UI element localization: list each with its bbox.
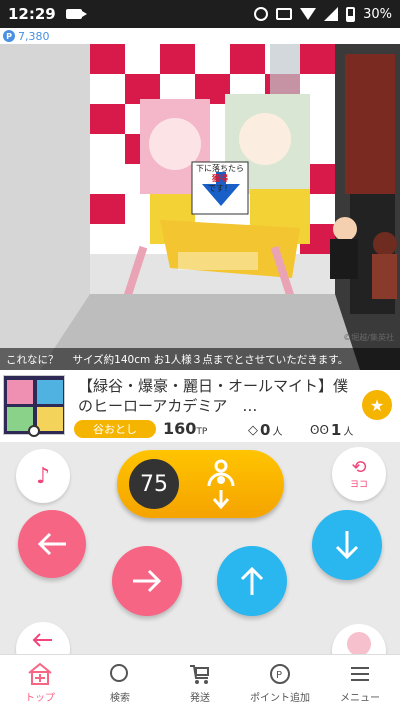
svg-text:P: P [276,670,282,681]
zoom-icon[interactable] [28,425,40,437]
nav-add-points[interactable]: P ポイント追加 [240,655,320,711]
live-camera-view: 下に落ちたら 獲得 です！ ©堀越/集英社 これなに？ サイズ約140cm お1… [0,44,400,370]
countdown-timer: 75 [129,459,179,509]
cart-icon [190,665,209,684]
sign-line-2: 獲得 [212,174,228,183]
sign-line-1: 下に落ちたら [196,164,244,173]
staff-call-button[interactable] [332,624,386,654]
music-note-icon: ♪ [35,463,51,489]
alarm-icon [254,7,269,21]
battery-icon [346,6,356,22]
move-right-button[interactable] [112,546,182,616]
favorite-star-icon[interactable]: ★ [362,390,392,420]
signal-icon [324,7,339,21]
points-bar: P 7,380 [0,28,400,44]
status-time: 12:29 [8,5,56,23]
claw-drop-icon [207,459,235,510]
wifi-icon [300,8,317,20]
sign-line-3: です！ [208,184,232,193]
players-stat: ◇ 0 人 [248,421,282,439]
claw-machine-scene [0,44,400,370]
game-type-tag: 谷おとし [74,420,156,438]
camera-caption: これなに？ サイズ約140cm お1人様３点までとさせていただきます。 [0,348,400,370]
back-arrow-icon [32,633,52,647]
search-icon [110,664,128,682]
sound-toggle-button[interactable]: ♪ [16,449,70,503]
what-is-this-link[interactable]: これなに？ [6,352,59,367]
caption-text: サイズ約140cm お1人様３点までとさせていただきます。 [72,353,349,366]
watchers-count: 1 [330,421,342,439]
nav-top-label: トップ [25,693,55,704]
nav-search[interactable]: 検索 [80,655,160,711]
product-info: 【緑谷・爆豪・麗日・オールマイト】僕のヒーローアカデミア … ★ 谷おとし 16… [0,370,400,442]
move-up-button[interactable] [217,546,287,616]
video-camera-icon [65,9,87,19]
back-button[interactable] [16,622,70,654]
cast-icon [276,8,293,20]
points-value: 7,380 [18,29,50,43]
players-count: 0 [260,421,271,439]
nav-menu-label: メニュー [340,693,380,704]
watchers-stat: ʘʘ 1 人 [310,421,353,439]
product-title: 【緑谷・爆豪・麗日・オールマイト】僕のヒーローアカデミア … [78,377,349,415]
nav-top[interactable]: トップ [0,655,80,711]
arrow-down-icon [335,531,359,560]
menu-icon [351,667,369,681]
tag-icon: ◇ [248,422,258,438]
nav-shipping[interactable]: 発送 [160,655,240,711]
nav-add-points-label: ポイント追加 [250,693,310,704]
arrow-left-icon [37,532,66,556]
bottom-navigation: トップ 検索 発送 P ポイント追加 メニュー [0,654,400,711]
move-down-button[interactable] [312,510,382,580]
nav-shipping-label: 発送 [190,693,210,704]
players-unit: 人 [272,426,283,438]
people-icon: ʘʘ [310,423,329,437]
arrow-up-icon [240,566,264,595]
side-view-label: ヨコ [349,479,368,490]
play-price: 160TP [163,419,207,438]
status-bar: 12:29 30% [0,0,400,28]
watchers-unit: 人 [343,426,354,438]
points-coin-icon: P [3,30,15,42]
price-value: 160 [163,419,197,438]
side-view-button[interactable]: ⟲ ヨコ [332,447,386,501]
control-panel: ♪ 75 ⟲ ヨコ [0,442,400,654]
nav-search-label: 検索 [110,693,130,704]
camera-switch-icon: ⟲ [351,456,367,478]
staff-avatar-icon [347,632,371,654]
nav-menu[interactable]: メニュー [320,655,400,711]
battery-level: 30% [363,6,392,22]
prize-sign: 下に落ちたら 獲得 です！ [194,164,246,194]
add-points-icon: P [270,664,290,684]
drop-button[interactable]: 75 [117,450,284,518]
home-icon [28,662,52,685]
arrow-right-icon [133,569,162,593]
copyright-watermark: ©堀越/集英社 [343,333,394,342]
price-unit: TP [196,427,208,437]
move-left-button[interactable] [18,510,86,578]
